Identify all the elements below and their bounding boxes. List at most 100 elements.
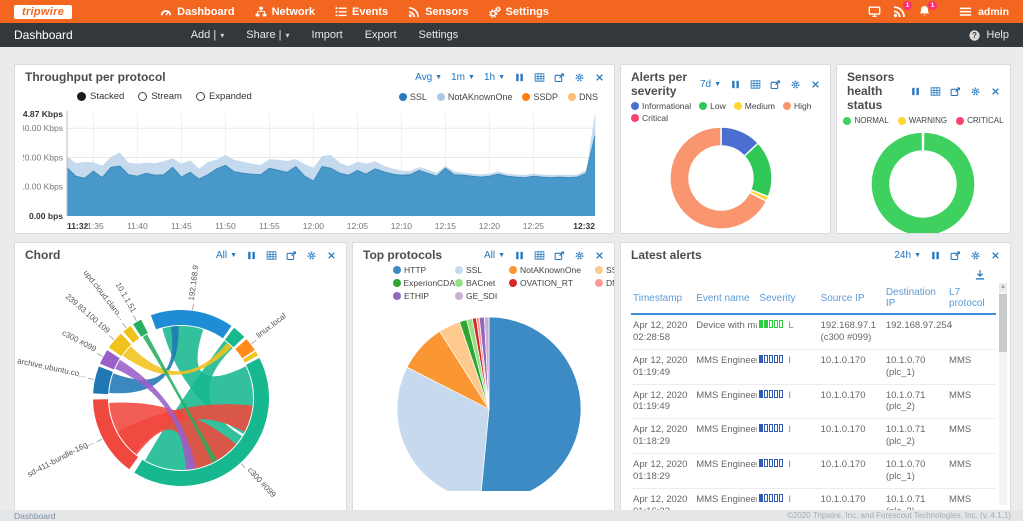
menubar-item-add[interactable]: Add |▾ bbox=[191, 29, 225, 41]
table-scrollbar[interactable]: ▲ bbox=[999, 283, 1007, 505]
legend-item[interactable]: GE_SDI bbox=[455, 291, 509, 301]
gear-button[interactable] bbox=[970, 86, 981, 97]
menubar-item-export[interactable]: Export bbox=[365, 29, 397, 41]
gear-button[interactable] bbox=[306, 250, 317, 261]
tripwire-logo[interactable]: tripwire bbox=[14, 5, 72, 19]
nav-item-dashboard[interactable]: Dashboard bbox=[160, 6, 234, 18]
gear-button[interactable] bbox=[574, 72, 585, 83]
table-row[interactable]: Apr 12, 202001:19:49MMS Engineering...I1… bbox=[631, 384, 996, 419]
legend-item[interactable]: NotAKnownOne bbox=[509, 265, 595, 275]
table-row[interactable]: Apr 12, 202002:28:58Device with many...L… bbox=[631, 314, 996, 349]
menubar-item-import[interactable]: Import bbox=[312, 29, 343, 41]
column-header-severity[interactable]: Severity bbox=[757, 283, 818, 314]
user-menu[interactable]: admin bbox=[959, 5, 1009, 18]
pause-button[interactable] bbox=[930, 250, 941, 261]
mode-radio-expanded[interactable]: Expanded bbox=[196, 91, 252, 102]
pause-button[interactable] bbox=[910, 86, 921, 97]
alerts-severity-donut[interactable] bbox=[621, 124, 830, 234]
dropdown-all[interactable]: All▼ bbox=[484, 250, 505, 261]
export-button[interactable] bbox=[554, 72, 565, 83]
column-header-timestamp[interactable]: Timestamp bbox=[631, 283, 694, 314]
close-button[interactable] bbox=[990, 86, 1001, 97]
pause-button[interactable] bbox=[246, 250, 257, 261]
legend-item[interactable]: HTTP bbox=[393, 265, 455, 275]
legend-item[interactable]: Critical bbox=[631, 113, 668, 123]
mode-radio-stream[interactable]: Stream bbox=[138, 91, 182, 102]
sensors-health-donut[interactable] bbox=[837, 127, 1010, 234]
legend-item[interactable]: Informational bbox=[631, 101, 691, 111]
scroll-up-arrow[interactable]: ▲ bbox=[999, 283, 1007, 292]
legend-item[interactable]: Low bbox=[699, 101, 726, 111]
table-button[interactable] bbox=[930, 86, 941, 97]
dropdown-24h[interactable]: 24h▼ bbox=[894, 250, 921, 261]
legend-item[interactable]: SSDP bbox=[522, 92, 558, 102]
export-button[interactable] bbox=[950, 250, 961, 261]
table-row[interactable]: Apr 12, 202001:18:29MMS Engineering...I1… bbox=[631, 454, 996, 489]
menubar-item-settings[interactable]: Settings bbox=[419, 29, 459, 41]
table-button[interactable] bbox=[266, 250, 277, 261]
gear-button[interactable] bbox=[790, 79, 801, 90]
legend-item[interactable]: ExperionCDA bbox=[393, 278, 455, 288]
column-header-source-ip[interactable]: Source IP bbox=[819, 283, 884, 314]
nav-item-network[interactable]: Network bbox=[255, 6, 315, 18]
legend-item[interactable]: DNP3 bbox=[595, 278, 615, 288]
legend-item[interactable]: OVATION_RT bbox=[509, 278, 595, 288]
scroll-thumb[interactable] bbox=[999, 294, 1007, 352]
chevron-down-icon[interactable]: ▾ bbox=[286, 31, 290, 40]
close-button[interactable] bbox=[594, 72, 605, 83]
topbar-icon-notifications[interactable]: 1 bbox=[918, 5, 931, 18]
download-icon[interactable] bbox=[974, 269, 986, 281]
legend-item[interactable]: CRITICAL bbox=[956, 116, 1003, 125]
legend-item[interactable]: WARNING bbox=[898, 116, 947, 125]
topbar-icon-displays[interactable] bbox=[868, 5, 881, 18]
legend-item[interactable]: High bbox=[783, 101, 811, 111]
column-header-event-name[interactable]: Event name bbox=[694, 283, 757, 314]
dropdown-avg[interactable]: Avg▼ bbox=[415, 72, 442, 83]
legend-item[interactable]: NotAKnownOne bbox=[437, 92, 513, 102]
throughput-area-chart[interactable]: 34.87 Kbps30.00 Kbps20.00 Kbps10.00 Kbps… bbox=[23, 106, 608, 234]
gear-button[interactable] bbox=[574, 250, 585, 261]
table-button[interactable] bbox=[534, 250, 545, 261]
dropdown-1h[interactable]: 1h▼ bbox=[484, 72, 505, 83]
chord-diagram[interactable]: 192.168.97.254linux.localc300 #099sd-411… bbox=[15, 264, 346, 506]
legend-item[interactable]: DNS bbox=[568, 92, 598, 102]
column-header-l7-protocol[interactable]: L7 protocol bbox=[947, 283, 996, 314]
close-button[interactable] bbox=[594, 250, 605, 261]
export-button[interactable] bbox=[286, 250, 297, 261]
close-button[interactable] bbox=[810, 79, 821, 90]
breadcrumb[interactable]: Dashboard bbox=[14, 511, 56, 521]
top-protocols-pie[interactable] bbox=[353, 301, 614, 491]
legend-item[interactable]: Medium bbox=[734, 101, 775, 111]
help-button[interactable]: ? Help bbox=[968, 29, 1009, 42]
legend-item[interactable]: SSH bbox=[595, 265, 615, 275]
column-header-destination-ip[interactable]: Destination IP bbox=[884, 283, 947, 314]
pause-button[interactable] bbox=[514, 72, 525, 83]
menubar-item-share[interactable]: Share |▾ bbox=[246, 29, 289, 41]
legend-item[interactable]: ETHIP bbox=[393, 291, 455, 301]
dropdown-1m[interactable]: 1m▼ bbox=[451, 72, 475, 83]
nav-item-settings[interactable]: Settings bbox=[489, 6, 549, 18]
gear-button[interactable] bbox=[970, 250, 981, 261]
table-button[interactable] bbox=[750, 79, 761, 90]
mode-radio-stacked[interactable]: Stacked bbox=[77, 91, 124, 102]
nav-item-sensors[interactable]: Sensors bbox=[408, 6, 468, 18]
close-button[interactable] bbox=[990, 250, 1001, 261]
chevron-down-icon[interactable]: ▾ bbox=[220, 31, 224, 40]
export-button[interactable] bbox=[950, 86, 961, 97]
legend-item[interactable]: NORMAL bbox=[843, 116, 888, 125]
dropdown-7d[interactable]: 7d▼ bbox=[700, 79, 721, 90]
table-row[interactable]: Apr 12, 202001:18:29MMS Engineering...I1… bbox=[631, 419, 996, 454]
export-button[interactable] bbox=[554, 250, 565, 261]
table-row[interactable]: Apr 12, 202001:16:33MMS Engineering...I1… bbox=[631, 488, 996, 512]
table-row[interactable]: Apr 12, 202001:19:49MMS Engineering...I1… bbox=[631, 349, 996, 384]
topbar-icon-sensor-alerts[interactable]: 1 bbox=[893, 5, 906, 18]
legend-item[interactable]: SSL bbox=[455, 265, 509, 275]
nav-item-events[interactable]: Events bbox=[335, 6, 388, 18]
table-button[interactable] bbox=[534, 72, 545, 83]
export-button[interactable] bbox=[770, 79, 781, 90]
legend-item[interactable]: BACnet bbox=[455, 278, 509, 288]
legend-item[interactable]: SSL bbox=[399, 92, 427, 102]
close-button[interactable] bbox=[326, 250, 337, 261]
dropdown-all[interactable]: All▼ bbox=[216, 250, 237, 261]
pause-button[interactable] bbox=[514, 250, 525, 261]
